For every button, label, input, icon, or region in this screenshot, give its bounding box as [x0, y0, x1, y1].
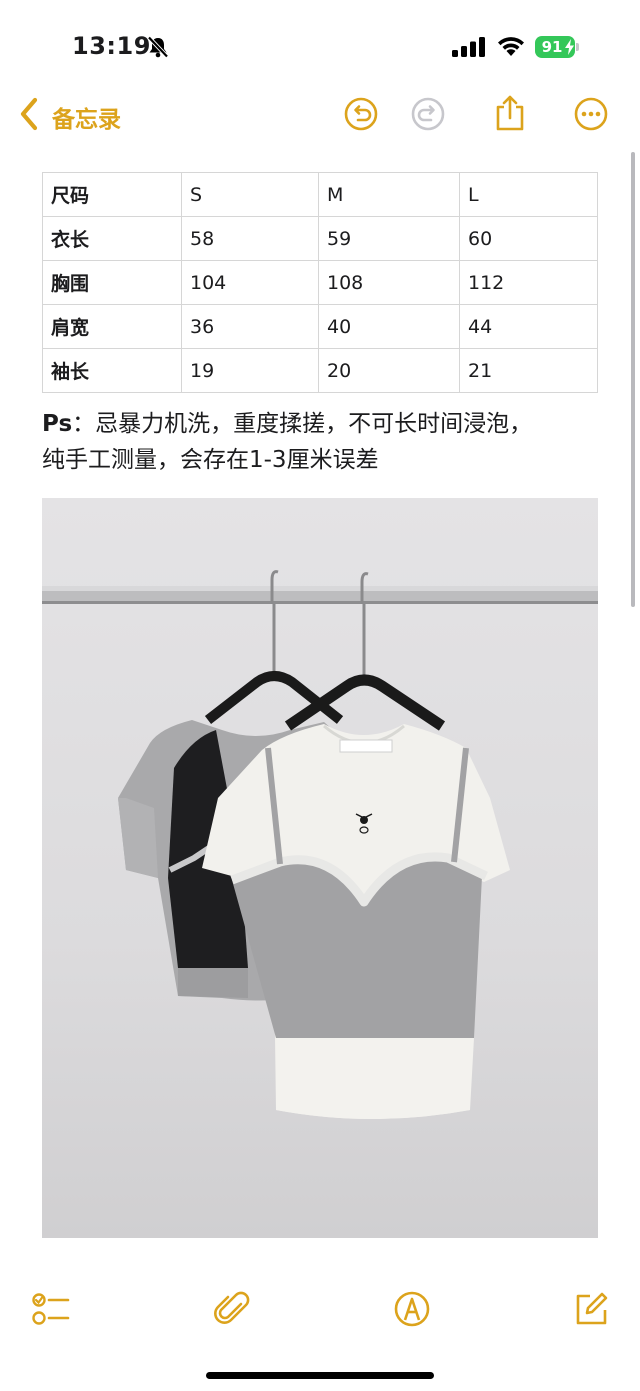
scrollbar[interactable]: [631, 152, 635, 607]
table-cell: 108: [318, 260, 460, 305]
share-icon[interactable]: [493, 94, 527, 132]
table-row: 尺码 S M L: [42, 172, 598, 217]
table-cell: 40: [318, 304, 460, 349]
cellular-signal-icon: [452, 37, 485, 57]
undo-icon[interactable]: [344, 97, 378, 131]
compose-icon[interactable]: [572, 1290, 610, 1328]
table-cell: 胸围: [42, 260, 182, 305]
note-line-1: Ps：忌暴力机洗，重度揉搓，不可长时间浸泡，: [42, 406, 602, 442]
table-cell: 44: [459, 304, 598, 349]
navigation-bar: 备忘录: [0, 92, 640, 140]
note-line-2: 纯手工测量，会存在1-3厘米误差: [42, 447, 379, 473]
redo-icon[interactable]: [411, 97, 445, 131]
table-row: 衣长 58 59 60: [42, 216, 598, 261]
table-cell: 59: [318, 216, 460, 261]
table-cell: 尺码: [42, 172, 182, 217]
battery-level: 91: [541, 38, 563, 56]
home-indicator: [206, 1372, 434, 1379]
note-text[interactable]: Ps：忌暴力机洗，重度揉搓，不可长时间浸泡， 纯手工测量，会存在1-3厘米误差: [42, 406, 602, 478]
table-cell: 肩宽: [42, 304, 182, 349]
attachment-icon[interactable]: [214, 1290, 252, 1328]
table-cell: M: [318, 172, 460, 217]
status-time: 13:19: [72, 32, 151, 60]
table-cell: 58: [181, 216, 319, 261]
battery-cap: [576, 43, 579, 51]
back-button-label[interactable]: 备忘录: [52, 100, 121, 134]
status-bar: 13:19 91: [0, 0, 640, 92]
table-row: 袖长 19 20 21: [42, 348, 598, 393]
table-cell: 20: [318, 348, 460, 393]
table-cell: 袖长: [42, 348, 182, 393]
markup-pen-icon[interactable]: [393, 1290, 431, 1328]
table-cell: 104: [181, 260, 319, 305]
wifi-icon: [498, 37, 524, 56]
battery-charging-icon: 91: [535, 36, 579, 58]
table-cell: 19: [181, 348, 319, 393]
note-prefix: Ps: [42, 411, 73, 437]
note-line-1-text: ：忌暴力机洗，重度揉搓，不可长时间浸泡，: [72, 411, 533, 437]
table-row: 胸围 104 108 112: [42, 260, 598, 305]
checklist-icon[interactable]: [32, 1290, 70, 1328]
table-cell: S: [181, 172, 319, 217]
chevron-left-icon[interactable]: [18, 97, 40, 131]
table-cell: 21: [459, 348, 598, 393]
table-row: 肩宽 36 40 44: [42, 304, 598, 349]
bell-slash-icon: [147, 36, 169, 58]
table-cell: 36: [181, 304, 319, 349]
table-cell: 60: [459, 216, 598, 261]
table-cell: L: [459, 172, 598, 217]
table-cell: 112: [459, 260, 598, 305]
table-cell: 衣长: [42, 216, 182, 261]
size-table: 尺码 S M L 衣长 58 59 60 胸围 104 108 112 肩宽 3…: [42, 172, 598, 393]
more-icon[interactable]: [574, 97, 608, 131]
clothing-photo[interactable]: [42, 498, 598, 1238]
charging-bolt-icon: [565, 39, 574, 55]
